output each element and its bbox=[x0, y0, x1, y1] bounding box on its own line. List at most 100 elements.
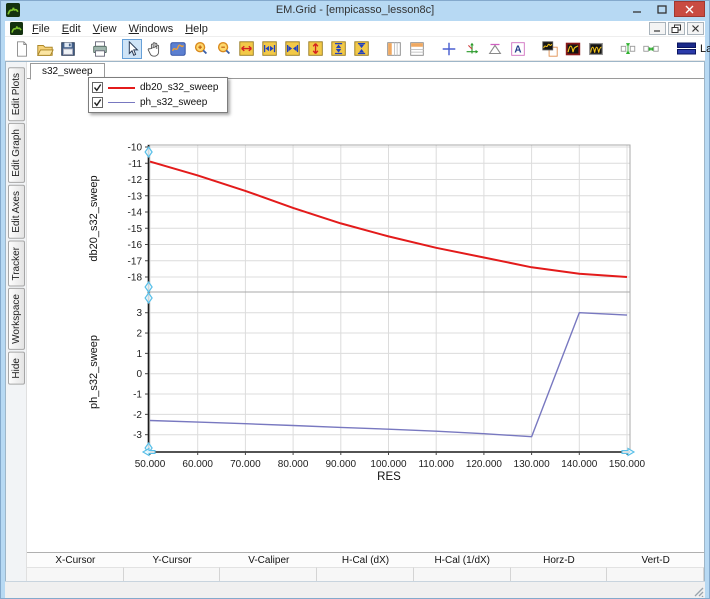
y-axis-title: ph_s32_sweep bbox=[88, 335, 100, 409]
close-icon bbox=[685, 5, 694, 14]
y-tick-label: 1 bbox=[136, 349, 142, 360]
cursor-value-cell bbox=[607, 567, 704, 581]
save-icon bbox=[59, 40, 77, 58]
graph-panel: s32_sweep -10-11-12-13-14-15-16-17-18db2… bbox=[27, 62, 704, 581]
zoom-in-icon bbox=[192, 40, 210, 58]
legend-checkbox[interactable] bbox=[92, 82, 103, 93]
mdi-close-button[interactable] bbox=[687, 22, 704, 35]
print-icon bbox=[91, 40, 109, 58]
document-icon bbox=[10, 22, 23, 35]
close-button[interactable] bbox=[674, 1, 705, 17]
y-tick-label: -17 bbox=[128, 256, 143, 267]
y-tick-label: -10 bbox=[128, 143, 143, 154]
cursor-value-cell bbox=[317, 567, 414, 581]
legend-label: ph_s32_sweep bbox=[140, 97, 207, 108]
compress-x-button[interactable] bbox=[283, 39, 303, 59]
y-axis-title: db20_s32_sweep bbox=[88, 175, 100, 261]
sidebar-tab-hide[interactable]: Hide bbox=[8, 352, 25, 385]
layout-icon bbox=[677, 42, 696, 55]
client-area: Edit Plots Edit Graph Edit Axes TrackerWork… bbox=[5, 61, 705, 581]
dark-plot-red-button[interactable] bbox=[563, 39, 583, 59]
cursor-value-cell bbox=[27, 567, 124, 581]
y-tick-label: 2 bbox=[136, 329, 142, 340]
x-axis-handle[interactable] bbox=[622, 449, 634, 456]
stretch-x-button[interactable] bbox=[260, 39, 280, 59]
sidebar-tab-edit-axes[interactable]: Edit Axes bbox=[8, 185, 25, 239]
open-button[interactable] bbox=[35, 39, 55, 59]
expand-x-icon bbox=[238, 40, 256, 58]
dark-plot-red-icon bbox=[564, 40, 582, 58]
maximize-button[interactable] bbox=[649, 1, 674, 17]
crosshair-icon bbox=[440, 40, 458, 58]
y-axis-handle[interactable] bbox=[145, 293, 152, 303]
resize-grip-icon[interactable] bbox=[693, 586, 704, 597]
menu-view[interactable]: View bbox=[87, 21, 123, 36]
mdi-minimize-icon bbox=[653, 24, 662, 33]
x-tick-label: 130.000 bbox=[514, 459, 551, 470]
mdi-minimize-button[interactable] bbox=[649, 22, 666, 35]
menu-windows[interactable]: Windows bbox=[123, 21, 180, 36]
stretch-x-icon bbox=[261, 40, 279, 58]
cursor-col-y-cursor: Y-Cursor bbox=[124, 555, 221, 566]
print-button[interactable] bbox=[90, 39, 110, 59]
distribute-vertical-button[interactable] bbox=[618, 39, 638, 59]
zoom-out-button[interactable] bbox=[214, 39, 234, 59]
sidebar-tab-edit-graph[interactable]: Edit Graph bbox=[8, 123, 25, 183]
y-axis-handle[interactable] bbox=[145, 282, 152, 292]
stretch-y-icon bbox=[330, 40, 348, 58]
new-icon bbox=[13, 40, 31, 58]
minimize-button[interactable] bbox=[624, 1, 649, 17]
compress-y-icon bbox=[353, 40, 371, 58]
cursor-col-horz-d: Horz-D bbox=[511, 555, 608, 566]
x-axis-title: RES bbox=[377, 471, 401, 483]
caliper-icon bbox=[486, 40, 504, 58]
annotation-button[interactable]: A bbox=[508, 39, 528, 59]
caliper-button[interactable] bbox=[485, 39, 505, 59]
tracker-button[interactable] bbox=[462, 39, 482, 59]
new-button[interactable] bbox=[12, 39, 32, 59]
menu-help[interactable]: Help bbox=[179, 21, 214, 36]
x-tick-label: 50.000 bbox=[135, 459, 166, 470]
stretch-y-button[interactable] bbox=[329, 39, 349, 59]
compress-y-button[interactable] bbox=[352, 39, 372, 59]
legend-line-sample bbox=[108, 102, 135, 103]
x-axis-handle[interactable] bbox=[143, 449, 155, 456]
distribute-horizontal-button[interactable] bbox=[641, 39, 661, 59]
pan-button[interactable] bbox=[145, 39, 165, 59]
layout-button[interactable]: Layout ▾ bbox=[673, 40, 710, 57]
dark-plot-button[interactable] bbox=[586, 39, 606, 59]
vertical-panel-button[interactable] bbox=[384, 39, 404, 59]
tracker-icon bbox=[463, 40, 481, 58]
zoom-window-button[interactable] bbox=[168, 39, 188, 59]
sidebar-tab-workspace[interactable]: Workspace bbox=[8, 288, 25, 350]
dark-plot-icon bbox=[587, 40, 605, 58]
y-tick-label: 3 bbox=[136, 308, 142, 319]
expand-x-button[interactable] bbox=[237, 39, 257, 59]
horizontal-panel-button[interactable] bbox=[407, 39, 427, 59]
cursor-col-v-caliper: V-Caliper bbox=[220, 555, 317, 566]
y-axis-handle[interactable] bbox=[145, 147, 152, 157]
horizontal-panel-icon bbox=[408, 40, 426, 58]
expand-y-button[interactable] bbox=[306, 39, 326, 59]
save-button[interactable] bbox=[58, 39, 78, 59]
sidebar-tab-edit-plots[interactable]: Edit Plots bbox=[8, 67, 25, 121]
select-button[interactable] bbox=[122, 39, 142, 59]
annotation-icon: A bbox=[509, 40, 527, 58]
menu-edit[interactable]: Edit bbox=[56, 21, 87, 36]
minimize-icon bbox=[632, 5, 642, 14]
graph-canvas[interactable]: -10-11-12-13-14-15-16-17-18db20_s32_swee… bbox=[27, 80, 703, 538]
crosshair-button[interactable] bbox=[439, 39, 459, 59]
x-tick-label: 90.000 bbox=[326, 459, 357, 470]
copy-plot-button[interactable] bbox=[540, 39, 560, 59]
legend-checkbox[interactable] bbox=[92, 97, 103, 108]
pan-icon bbox=[146, 40, 164, 58]
mdi-restore-icon bbox=[671, 24, 682, 34]
zoom-in-button[interactable] bbox=[191, 39, 211, 59]
copy-plot-icon bbox=[541, 40, 559, 58]
maximize-icon bbox=[657, 5, 667, 14]
app-icon bbox=[6, 3, 20, 17]
menu-file[interactable]: File bbox=[26, 21, 56, 36]
sidebar-tab-tracker[interactable]: Tracker bbox=[8, 241, 25, 287]
legend: db20_s32_sweepph_s32_sweep bbox=[88, 77, 228, 113]
mdi-restore-button[interactable] bbox=[668, 22, 685, 35]
